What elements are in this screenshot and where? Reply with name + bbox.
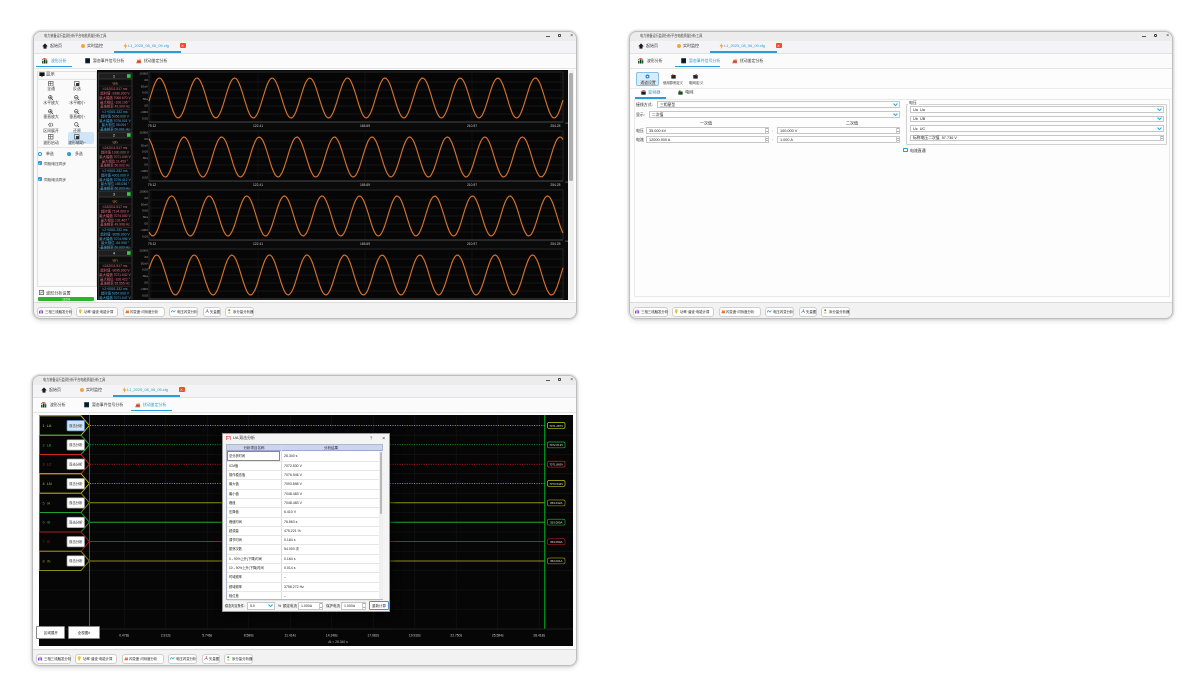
svg-text:353.090A: 353.090A xyxy=(550,539,562,543)
svg-text:353.080A: 353.080A xyxy=(550,520,562,524)
svg-text:10000: 10000 xyxy=(139,72,148,76)
svg-text:t:242011.517 ms: t:242011.517 ms xyxy=(103,264,128,268)
svg-text:17.082s: 17.082s xyxy=(367,633,379,637)
svg-text:79.12: 79.12 xyxy=(148,124,156,128)
svg-text:79.12: 79.12 xyxy=(148,242,156,246)
svg-text:28.418s: 28.418s xyxy=(533,633,545,637)
svg-text:0.00: 0.00 xyxy=(142,234,148,238)
svg-text:Un: Un xyxy=(112,258,117,263)
svg-text:7071.865V: 7071.865V xyxy=(549,462,563,466)
svg-text:50aV: 50aV xyxy=(141,84,149,88)
svg-text:-50a: -50a xyxy=(142,215,148,219)
svg-text:7073.544V: 7073.544V xyxy=(549,481,563,485)
svg-text:6 IB: 6 IB xyxy=(42,520,50,524)
svg-text:50aV: 50aV xyxy=(141,202,149,206)
svg-text:Ub: Ub xyxy=(112,140,118,145)
svg-text:210.97: 210.97 xyxy=(467,124,477,128)
svg-text:t:242011.517 ms: t:242011.517 ms xyxy=(103,205,128,209)
svg-text:14.248s: 14.248s xyxy=(326,633,338,637)
svg-text:.00: .00 xyxy=(144,255,149,259)
svg-text:7072.013V: 7072.013V xyxy=(549,443,563,447)
svg-text:254.25: 254.25 xyxy=(550,124,560,128)
svg-text:122.41: 122.41 xyxy=(253,242,263,246)
svg-text:-1000: -1000 xyxy=(140,228,148,232)
svg-text:22.750s: 22.750s xyxy=(450,633,462,637)
svg-text:t:2+0501.332 ms: t:2+0501.332 ms xyxy=(102,169,127,173)
svg-text:.00: .00 xyxy=(144,222,149,226)
svg-text:4 LN: 4 LN xyxy=(42,482,51,486)
svg-text:0.00: 0.00 xyxy=(142,209,148,213)
svg-text:1 LA: 1 LA xyxy=(42,423,51,427)
svg-text:5.746s: 5.746s xyxy=(202,633,212,637)
svg-text:0.00: 0.00 xyxy=(142,293,148,297)
svg-text:8.580s: 8.580s xyxy=(244,633,254,637)
svg-text:5 IA: 5 IA xyxy=(42,501,50,505)
svg-text:353.042A: 353.042A xyxy=(550,501,562,505)
svg-text:-50a: -50a xyxy=(142,274,148,278)
svg-text:3 LC: 3 LC xyxy=(42,462,51,466)
svg-text:2 LB: 2 LB xyxy=(42,443,51,447)
svg-text:10000: 10000 xyxy=(139,249,148,253)
svg-text:254.25: 254.25 xyxy=(550,242,560,246)
svg-text:.00: .00 xyxy=(144,78,149,82)
svg-text:Ua: Ua xyxy=(112,81,118,86)
svg-text:0.00: 0.00 xyxy=(142,116,148,120)
svg-text:165.69: 165.69 xyxy=(360,183,370,187)
svg-text:.00: .00 xyxy=(144,196,149,200)
svg-text:0.478s: 0.478s xyxy=(119,633,129,637)
svg-text:122.41: 122.41 xyxy=(253,124,263,128)
svg-text:10000: 10000 xyxy=(139,190,148,194)
svg-text:-1000: -1000 xyxy=(140,287,148,291)
svg-text:Δt = 28.340 s: Δt = 28.340 s xyxy=(328,640,348,644)
svg-text:-1000: -1000 xyxy=(140,110,148,114)
svg-text:8 IN: 8 IN xyxy=(42,559,50,563)
svg-text:50aV: 50aV xyxy=(141,261,149,265)
svg-text:Uc: Uc xyxy=(113,199,118,204)
svg-text:-50a: -50a xyxy=(142,97,148,101)
svg-text:-50a: -50a xyxy=(142,156,148,160)
svg-text:19.916s: 19.916s xyxy=(409,633,421,637)
svg-text:165.69: 165.69 xyxy=(360,124,370,128)
svg-text:-1000: -1000 xyxy=(140,169,148,173)
svg-text:0.00: 0.00 xyxy=(142,175,148,179)
svg-text:254.25: 254.25 xyxy=(550,183,560,187)
svg-text:.00: .00 xyxy=(144,281,149,285)
svg-text:210.97: 210.97 xyxy=(467,183,477,187)
svg-text:79.12: 79.12 xyxy=(148,183,156,187)
svg-text:t:242011.517 ms: t:242011.517 ms xyxy=(103,146,128,150)
svg-text:0.00: 0.00 xyxy=(142,268,148,272)
svg-text:122.41: 122.41 xyxy=(253,183,263,187)
svg-text:.00: .00 xyxy=(144,163,149,167)
svg-text:11.414s: 11.414s xyxy=(284,633,296,637)
svg-text:t:2+0501.332 ms: t:2+0501.332 ms xyxy=(102,110,127,114)
svg-text:0.00: 0.00 xyxy=(142,91,148,95)
svg-text:50aV: 50aV xyxy=(141,143,149,147)
svg-text:t:2+0501.332 ms: t:2+0501.332 ms xyxy=(102,287,127,291)
svg-text:.00: .00 xyxy=(144,137,149,141)
svg-text:210.97: 210.97 xyxy=(467,242,477,246)
svg-text:t:2+0501.332 ms: t:2+0501.332 ms xyxy=(102,228,127,232)
svg-text:0.00: 0.00 xyxy=(142,150,148,154)
svg-text:352.001A: 352.001A xyxy=(550,559,562,563)
svg-text:.00: .00 xyxy=(144,104,149,108)
svg-text:2.912s: 2.912s xyxy=(161,633,171,637)
svg-text:t:242011.517 ms: t:242011.517 ms xyxy=(103,87,128,91)
svg-text:25.584s: 25.584s xyxy=(492,633,504,637)
svg-text:7 IC: 7 IC xyxy=(42,540,50,544)
svg-text:10000: 10000 xyxy=(139,131,148,135)
svg-text:7071.287V: 7071.287V xyxy=(549,423,563,427)
svg-text:165.69: 165.69 xyxy=(360,242,370,246)
